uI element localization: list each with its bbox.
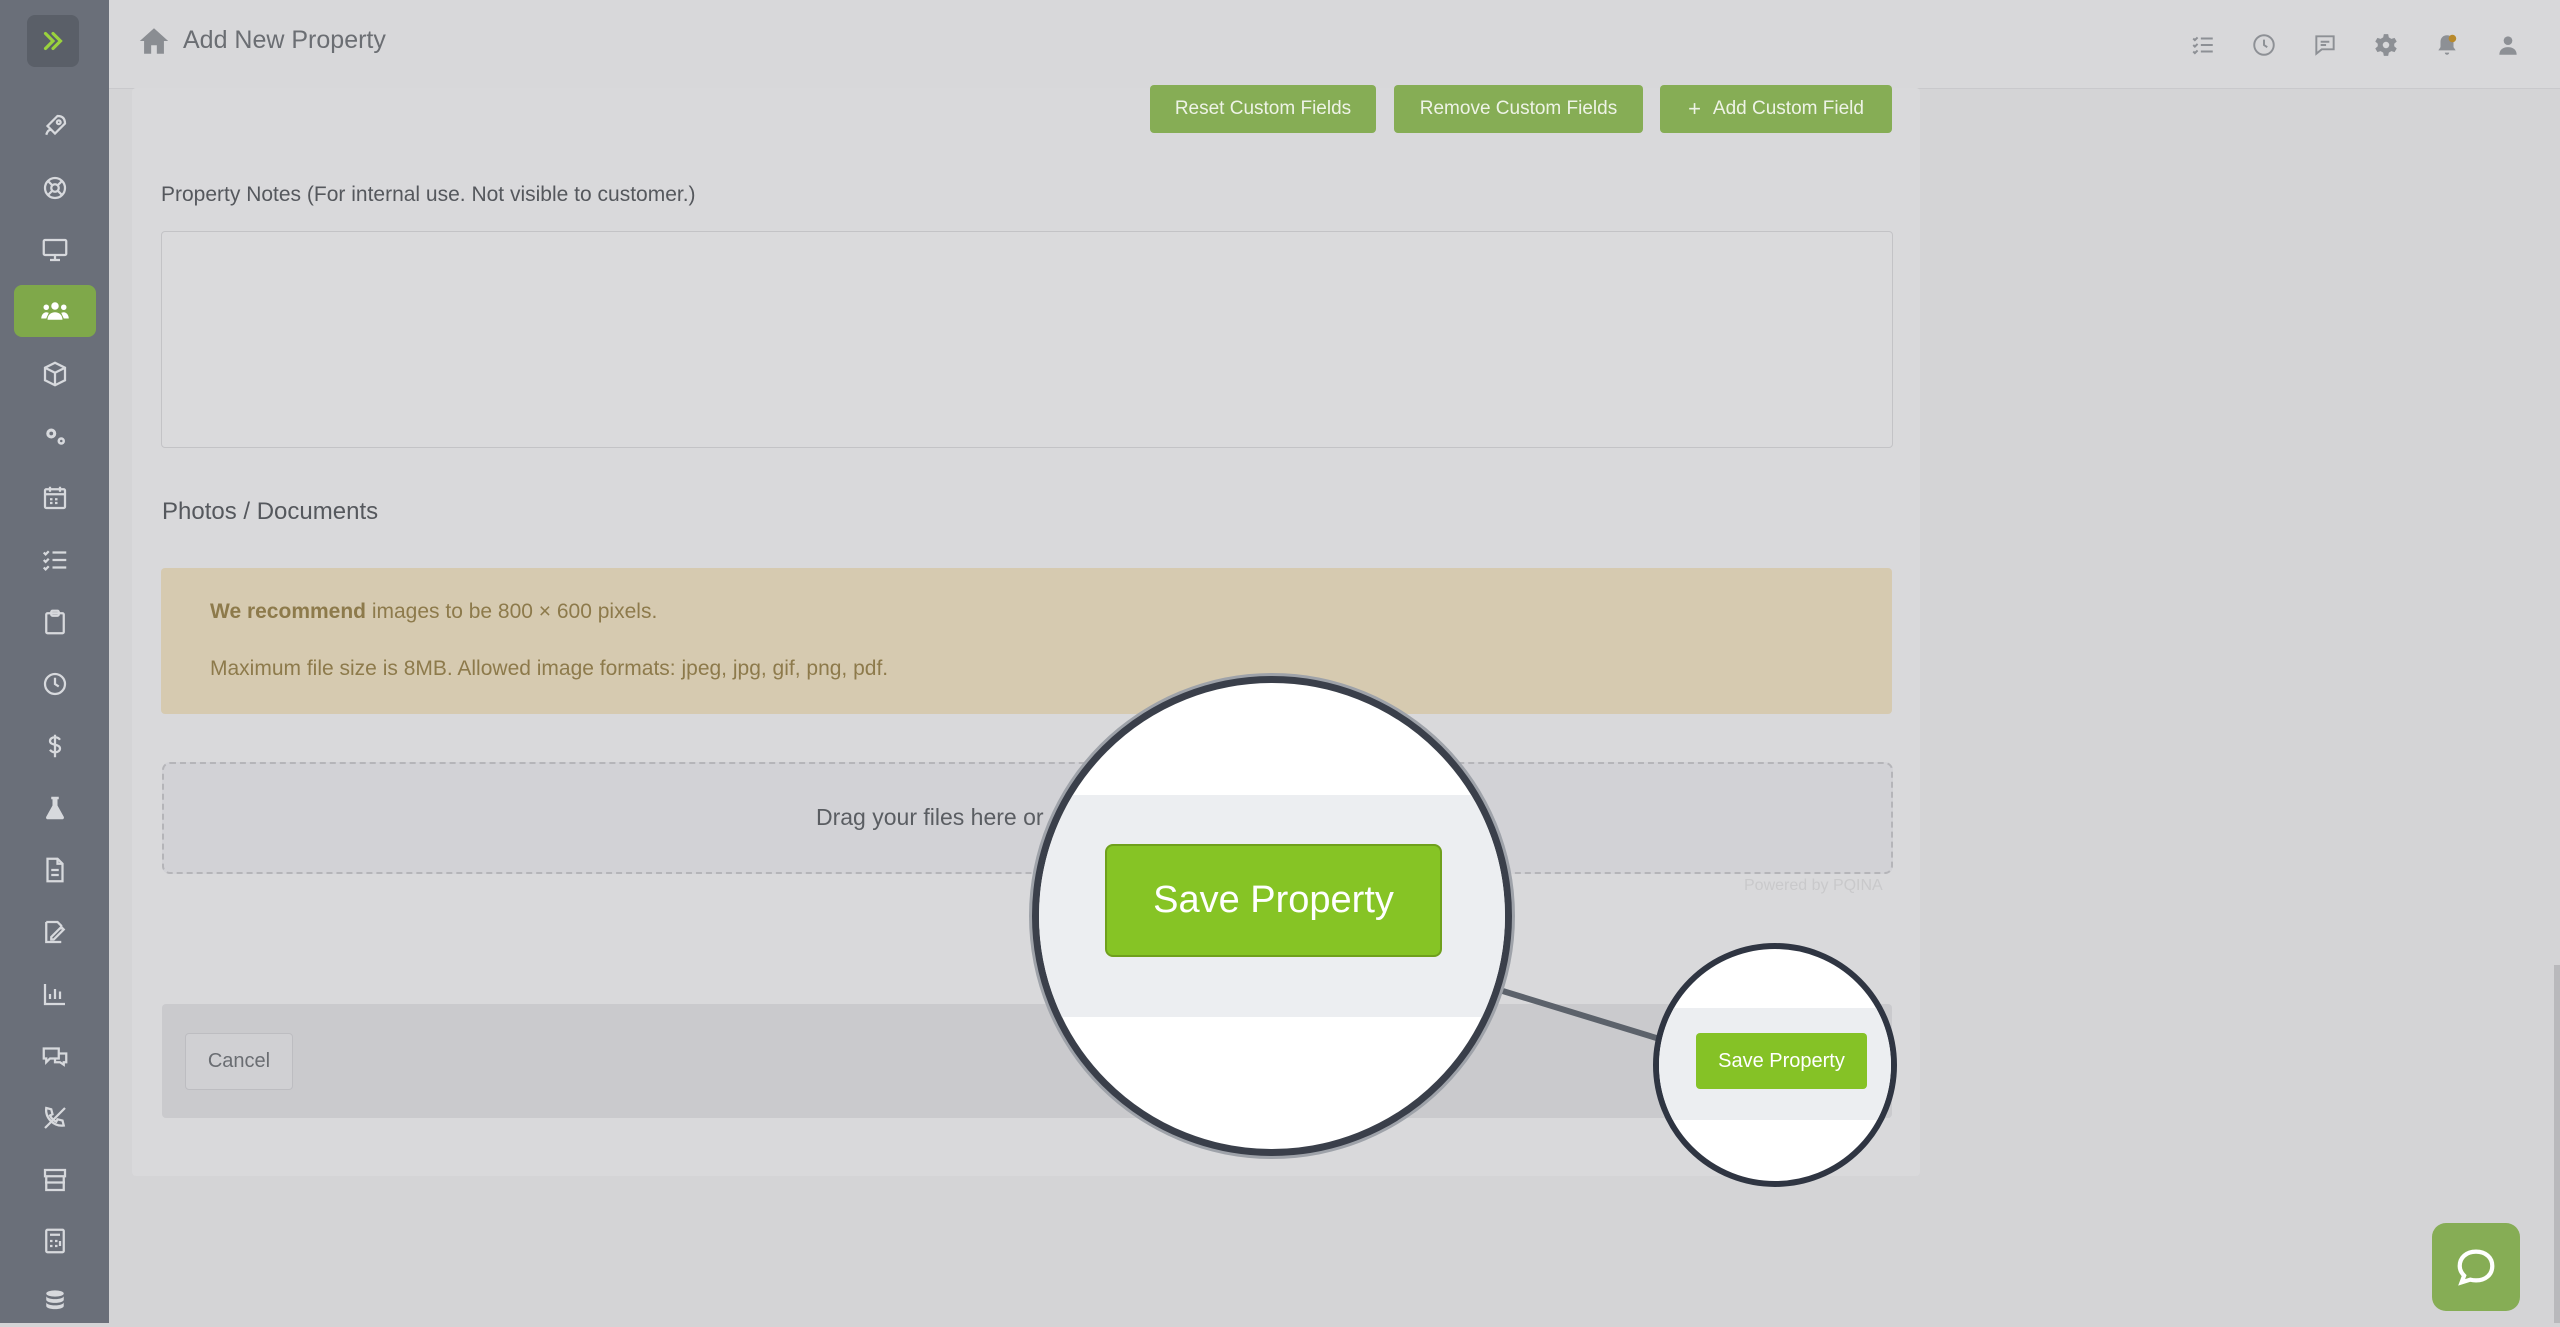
time-button[interactable]: [2247, 28, 2280, 61]
rocket-icon: [45, 114, 67, 136]
gears-icon: [46, 428, 65, 445]
sidebar-item-document[interactable]: [14, 844, 96, 896]
desktop-icon: [42, 238, 68, 262]
sidebar-toggle-button[interactable]: [27, 15, 79, 67]
lifebuoy-icon: [43, 176, 67, 200]
signature-icon: [45, 920, 66, 944]
alert-line-1: We recommend images to be 800 × 600 pixe…: [210, 600, 657, 624]
sidebar-item-calculator[interactable]: [14, 1215, 96, 1267]
sidebar-item-customers[interactable]: [14, 285, 96, 337]
flask-icon: [46, 796, 64, 820]
dollar-icon: [48, 734, 62, 758]
sidebar-item-chart[interactable]: [14, 968, 96, 1020]
form-footer: [162, 1004, 1892, 1118]
clock-icon: [2252, 33, 2275, 56]
cancel-button[interactable]: Cancel: [185, 1033, 293, 1090]
sidebar-item-gears[interactable]: [14, 410, 96, 462]
photos-documents-heading: Photos / Documents: [162, 498, 379, 525]
profile-button[interactable]: [2491, 28, 2524, 61]
reset-custom-fields-button[interactable]: Reset Custom Fields: [1150, 85, 1376, 133]
sidebar-item-rocket[interactable]: [14, 100, 96, 152]
user-icon: [2498, 35, 2517, 55]
message-icon: [2314, 34, 2335, 56]
sidebar-item-box[interactable]: [14, 348, 96, 400]
alert-bold-text: We recommend: [210, 600, 366, 623]
sidebar: [0, 0, 109, 1323]
save-property-button-magnified: Save Property: [1105, 844, 1442, 957]
bar-chart-icon: [43, 984, 65, 1006]
chat-bubbles-icon: [42, 1047, 68, 1067]
add-custom-field-label: Add Custom Field: [1712, 98, 1864, 119]
bell-icon: [2437, 34, 2456, 55]
box-icon: [43, 361, 67, 387]
users-icon: [41, 302, 69, 320]
property-notes-label: Property Notes (For internal use. Not vi…: [161, 183, 696, 206]
sidebar-item-phone[interactable]: [14, 1092, 96, 1144]
clipboard-icon: [45, 609, 65, 635]
scrollbar-thumb[interactable]: [2554, 965, 2560, 1323]
add-custom-field-button[interactable]: + Add Custom Field: [1660, 85, 1892, 133]
plus-icon: +: [1688, 96, 1701, 121]
alert-line-1-text: images to be 800 × 600 pixels.: [366, 600, 658, 623]
document-icon: [46, 857, 64, 883]
save-property-button[interactable]: Save Property: [1696, 1033, 1867, 1089]
double-chevron-right-icon: [43, 31, 63, 51]
notifications-button[interactable]: [2430, 28, 2463, 61]
checklist-icon: [2192, 36, 2213, 55]
tasks-button[interactable]: [2186, 28, 2219, 61]
messages-button[interactable]: [2308, 28, 2341, 61]
chat-icon: [2457, 1249, 2495, 1286]
sidebar-item-flask[interactable]: [14, 782, 96, 834]
settings-button[interactable]: [2369, 28, 2402, 61]
clock-icon: [43, 672, 67, 696]
property-notes-textarea[interactable]: [161, 231, 1893, 448]
powered-by-link[interactable]: Powered by PQINA: [1744, 877, 1883, 895]
sidebar-item-calendar[interactable]: [14, 472, 96, 524]
sidebar-item-tasks[interactable]: [14, 534, 96, 586]
sidebar-item-dollar[interactable]: [14, 720, 96, 772]
calculator-icon: [45, 1228, 65, 1254]
sidebar-item-support[interactable]: [14, 162, 96, 214]
chat-widget-button[interactable]: [2432, 1223, 2520, 1311]
dropzone-text: Drag your files here or: [816, 804, 1044, 830]
image-recommendation-alert: We recommend images to be 800 × 600 pixe…: [161, 568, 1892, 714]
alert-line-2: Maximum file size is 8MB. Allowed image …: [210, 657, 889, 680]
gear-icon: [2374, 33, 2397, 56]
store-icon: [43, 1168, 67, 1192]
sidebar-item-desktop[interactable]: [14, 224, 96, 276]
database-icon: [46, 1290, 64, 1310]
page-title: Add New Property: [183, 26, 386, 54]
sidebar-item-chat[interactable]: [14, 1030, 96, 1082]
phone-icon: [44, 1106, 66, 1129]
sidebar-item-store[interactable]: [14, 1154, 96, 1206]
sidebar-item-clipboard[interactable]: [14, 596, 96, 648]
sidebar-item-signature[interactable]: [14, 906, 96, 958]
remove-custom-fields-button[interactable]: Remove Custom Fields: [1394, 85, 1643, 133]
sidebar-item-database[interactable]: [14, 1275, 96, 1327]
calendar-icon: [43, 486, 67, 510]
sidebar-item-clock[interactable]: [14, 658, 96, 710]
checklist-icon: [42, 550, 67, 571]
home-icon[interactable]: [136, 24, 172, 58]
top-bar: Add New Property: [109, 0, 2560, 89]
